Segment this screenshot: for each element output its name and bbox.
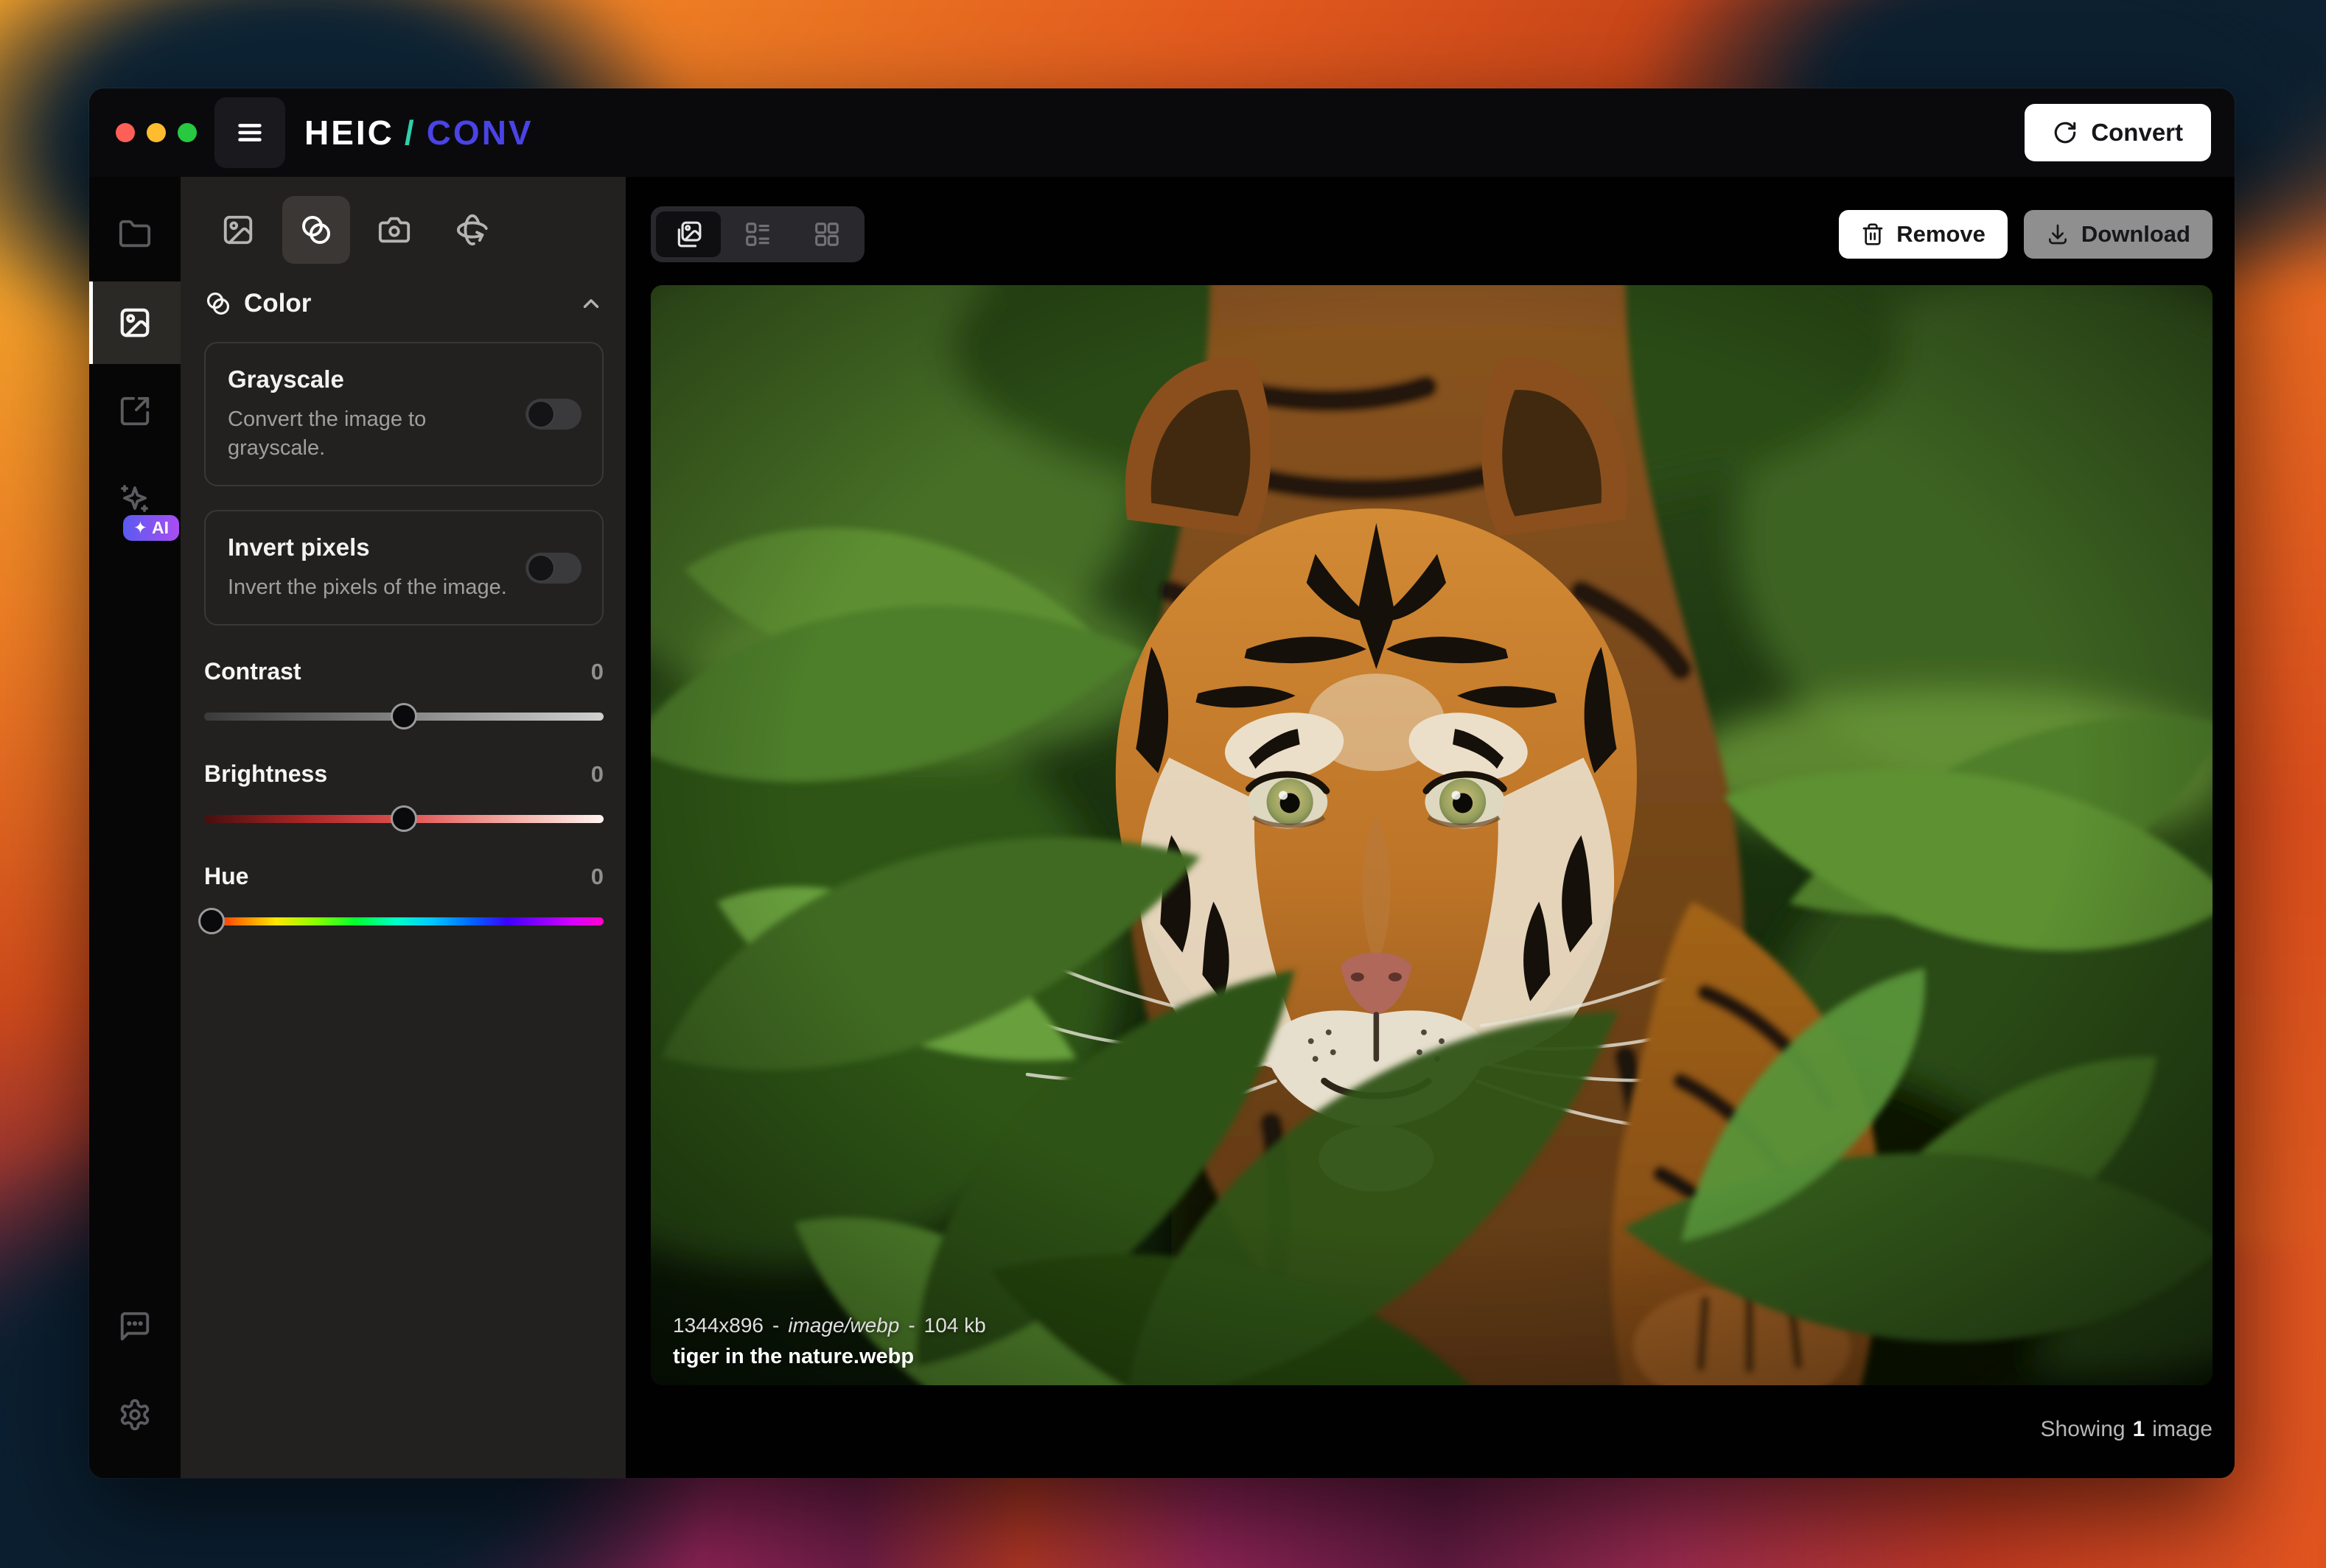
sidebar-item-export[interactable] — [89, 370, 181, 452]
ai-badge: ✦ AI — [122, 515, 179, 541]
zoom-button[interactable] — [178, 123, 197, 142]
tab-image[interactable] — [204, 196, 272, 264]
share-icon — [120, 396, 150, 426]
image-meta: 1344x896 - image/webp - 104 kb — [673, 1314, 986, 1337]
sliders: Contrast 0 Brightness 0 Hue 0 — [198, 658, 604, 965]
logo-secondary: CONV — [426, 113, 534, 152]
image-dimensions: 1344x896 — [673, 1314, 764, 1337]
grayscale-description: Convert the image to grayscale. — [228, 407, 427, 461]
meta-separator: - — [908, 1314, 915, 1337]
sidebar-item-feedback[interactable] — [89, 1285, 181, 1368]
grayscale-card: Grayscale Convert the image to grayscale… — [204, 342, 604, 487]
contrast-slider: Contrast 0 — [204, 658, 604, 730]
invert-card: Invert pixels Invert the pixels of the i… — [204, 510, 604, 626]
chevron-up-icon — [583, 299, 599, 308]
tiger-photo — [651, 285, 2213, 1385]
convert-label: Convert — [2091, 119, 2183, 146]
convert-button[interactable]: Convert — [2025, 104, 2211, 161]
status-bar: Showing 1 image — [651, 1385, 2213, 1478]
hue-thumb[interactable] — [198, 908, 226, 935]
color-section-header: Color — [204, 289, 604, 318]
tab-color[interactable] — [282, 196, 350, 264]
grayscale-title: Grayscale — [228, 365, 344, 393]
tab-camera[interactable] — [360, 196, 428, 264]
trash-icon — [1862, 223, 1883, 245]
tab-rotate[interactable] — [439, 196, 506, 264]
settings-panel: Color Grayscale Convert the image to gra… — [181, 177, 626, 1478]
minimize-button[interactable] — [147, 123, 166, 142]
sidebar-item-files[interactable] — [89, 193, 181, 276]
sidebar-item-ai-tools[interactable]: ✦ AI — [89, 458, 181, 541]
ai-badge-label: AI — [152, 518, 169, 537]
brightness-thumb[interactable] — [391, 805, 417, 833]
color-blend-icon — [302, 216, 330, 244]
logo-primary: HEIC — [304, 113, 394, 152]
invert-title: Invert pixels — [228, 533, 370, 561]
status-suffix: image — [2152, 1417, 2213, 1441]
sidebar-item-images[interactable] — [89, 281, 181, 364]
brightness-slider: Brightness 0 — [204, 760, 604, 833]
image-preview[interactable]: 1344x896 - image/webp - 104 kb tiger in … — [651, 285, 2213, 1385]
sparkles-icon — [121, 485, 148, 512]
hue-label: Hue — [204, 863, 249, 890]
chat-icon — [120, 1312, 150, 1341]
folder-icon — [119, 220, 151, 248]
hamburger-icon — [238, 124, 262, 141]
view-gallery-button[interactable] — [656, 211, 721, 257]
download-label: Download — [2081, 221, 2190, 247]
gallery-toolbar: Remove Download — [651, 206, 2213, 262]
invert-description: Invert the pixels of the image. — [228, 575, 507, 600]
grid-view-icon — [815, 223, 839, 246]
toggle-knob — [528, 402, 553, 427]
hue-track[interactable] — [204, 917, 604, 926]
titlebar: HEIC / CONV Convert — [89, 88, 2235, 177]
view-mode-switcher — [651, 206, 865, 262]
image-icon — [223, 215, 253, 245]
hue-value: 0 — [590, 864, 604, 890]
main-area: Remove Download 1344x896 - image/webp - … — [626, 177, 2235, 1478]
view-list-button[interactable] — [725, 211, 790, 257]
status-prefix: Showing — [2040, 1417, 2126, 1441]
brightness-value: 0 — [590, 761, 604, 788]
contrast-value: 0 — [590, 659, 604, 685]
image-size: 104 kb — [923, 1314, 986, 1337]
menu-button[interactable] — [214, 97, 285, 168]
hue-slider: Hue 0 — [198, 863, 604, 935]
download-icon — [2048, 224, 2067, 245]
gear-icon — [120, 1399, 150, 1431]
color-blend-icon — [206, 292, 230, 315]
remove-label: Remove — [1896, 221, 1986, 247]
invert-toggle[interactable] — [525, 552, 582, 584]
close-button[interactable] — [116, 123, 135, 142]
window-controls — [116, 123, 197, 142]
refresh-icon — [2055, 122, 2076, 144]
collapse-section-button[interactable] — [579, 291, 604, 316]
toggle-knob — [528, 555, 553, 581]
rotate-3d-icon — [456, 214, 488, 246]
image-icon — [120, 308, 150, 337]
image-mime: image/webp — [788, 1314, 900, 1337]
download-button[interactable]: Download — [2023, 210, 2213, 259]
status-count: 1 — [2132, 1417, 2145, 1441]
app-window: HEIC / CONV Convert ✦ AI Color Grayscale… — [89, 88, 2235, 1478]
list-view-icon — [746, 223, 769, 246]
grayscale-toggle[interactable] — [525, 399, 582, 430]
app-logo: HEIC / CONV — [304, 113, 534, 153]
meta-separator: - — [772, 1314, 780, 1337]
sidebar-rail: ✦ AI — [89, 177, 181, 1478]
sparkle-glyph: ✦ — [133, 518, 147, 537]
sidebar-item-settings[interactable] — [89, 1373, 181, 1456]
remove-button[interactable]: Remove — [1839, 210, 2008, 259]
brightness-label: Brightness — [204, 760, 328, 788]
section-title: Color — [244, 289, 312, 318]
contrast-label: Contrast — [204, 658, 301, 685]
contrast-thumb[interactable] — [391, 703, 417, 730]
tool-tabs — [204, 196, 604, 264]
image-filename: tiger in the nature.webp — [673, 1345, 915, 1368]
view-grid-button[interactable] — [794, 211, 859, 257]
camera-icon — [378, 217, 411, 243]
logo-separator: / — [404, 113, 416, 152]
gallery-view-icon — [677, 221, 702, 248]
image-caption: 1344x896 - image/webp - 104 kb tiger in … — [673, 1314, 986, 1369]
